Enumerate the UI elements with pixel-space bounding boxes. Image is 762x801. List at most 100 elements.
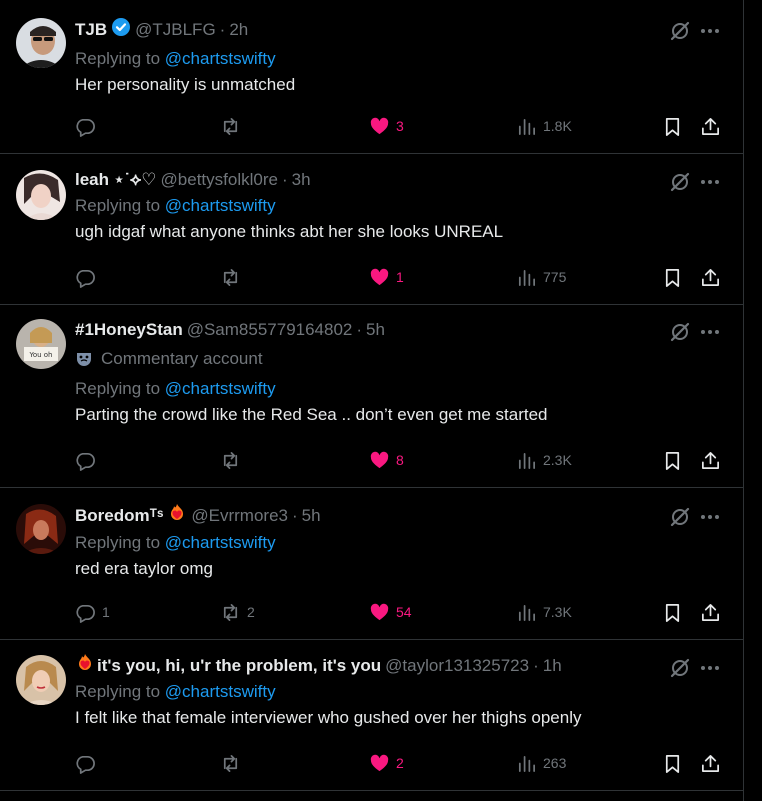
display-name[interactable]: leah ⋆˙⟡♡ (75, 168, 157, 192)
view-count: 2.3K (543, 452, 572, 468)
handle[interactable]: @Evrrmore3 (191, 504, 288, 528)
like-button[interactable]: 3 (369, 114, 404, 138)
action-bar: 3 1.8K (75, 114, 725, 138)
repost-button[interactable] (220, 265, 247, 289)
like-button[interactable]: 54 (369, 600, 412, 624)
views-button[interactable]: 2.3K (516, 448, 572, 472)
action-bar: 1 2 54 7.3K (75, 600, 725, 624)
share-button[interactable] (700, 114, 721, 138)
reply-button[interactable] (75, 751, 102, 775)
repost-button[interactable]: 2 (220, 600, 255, 624)
handle[interactable]: @taylor131325723 (385, 654, 529, 678)
reply-post[interactable]: TJB @TJBLFG · 2h Replying to @chartstswi… (0, 0, 743, 154)
views-button[interactable]: 1.8K (516, 114, 572, 138)
reply-button[interactable] (75, 448, 102, 472)
repost-button[interactable] (220, 448, 247, 472)
like-button[interactable]: 8 (369, 448, 404, 472)
mention-link[interactable]: @chartstswifty (165, 533, 276, 552)
share-button[interactable] (700, 265, 721, 289)
avatar[interactable] (16, 18, 66, 68)
post-text: Parting the crowd like the Red Sea .. do… (75, 405, 548, 424)
post-text: red era taylor omg (75, 559, 213, 578)
grok-icon[interactable] (669, 20, 691, 42)
replying-to: Replying to @chartstswifty (75, 679, 723, 705)
bookmark-button[interactable] (662, 448, 683, 472)
reply-button[interactable] (75, 114, 102, 138)
handle[interactable]: @bettysfolkl0re (161, 168, 278, 192)
more-icon[interactable] (699, 506, 721, 528)
reply-post[interactable]: it's you, hi, u'r the problem, it's you … (0, 640, 743, 791)
display-name[interactable]: #1HoneyStan (75, 318, 183, 342)
fire-heart-icon (75, 653, 95, 680)
more-icon[interactable] (699, 321, 721, 343)
timestamp[interactable]: 3h (292, 168, 311, 192)
mention-link[interactable]: @chartstswifty (165, 196, 276, 215)
reply-post[interactable]: You oh #1HoneyStan @Sam855779164802 · 5h… (0, 305, 743, 488)
like-button[interactable]: 2 (369, 751, 404, 775)
share-icon (702, 603, 719, 621)
reply-icon (76, 452, 95, 471)
separator: · (356, 320, 363, 339)
heart-icon (370, 451, 389, 468)
view-count: 1.8K (543, 118, 572, 134)
reply-count: 1 (102, 604, 110, 620)
avatar[interactable]: You oh (16, 319, 66, 369)
mention-link[interactable]: @chartstswifty (165, 379, 276, 398)
bookmark-icon (665, 117, 680, 136)
view-count: 775 (543, 269, 567, 285)
like-count: 1 (396, 269, 404, 285)
repost-icon (223, 754, 238, 772)
bookmark-button[interactable] (662, 265, 683, 289)
repost-button[interactable] (220, 751, 247, 775)
more-icon[interactable] (699, 20, 721, 42)
grok-icon[interactable] (669, 506, 691, 528)
views-button[interactable]: 263 (516, 751, 566, 775)
reply-button[interactable] (75, 265, 102, 289)
bookmark-button[interactable] (662, 600, 683, 624)
mention-link[interactable]: @chartstswifty (165, 682, 276, 701)
repost-button[interactable] (220, 114, 247, 138)
like-button[interactable]: 1 (369, 265, 404, 289)
avatar[interactable] (16, 170, 66, 220)
handle[interactable]: @Sam855779164802 (187, 318, 353, 342)
replying-to-label: Replying to (75, 379, 161, 398)
avatar[interactable] (16, 655, 66, 705)
grok-icon[interactable] (669, 171, 691, 193)
display-name[interactable]: TJB (75, 18, 107, 42)
timestamp[interactable]: 1h (543, 654, 562, 678)
timestamp[interactable]: 5h (302, 504, 321, 528)
views-button[interactable]: 7.3K (516, 600, 572, 624)
share-button[interactable] (700, 448, 721, 472)
timestamp[interactable]: 2h (229, 18, 248, 42)
reply-button[interactable]: 1 (75, 600, 110, 624)
mention-link[interactable]: @chartstswifty (165, 49, 276, 68)
share-button[interactable] (700, 600, 721, 624)
bookmark-icon (665, 754, 680, 773)
display-name[interactable]: it's you, hi, u'r the problem, it's you (97, 654, 381, 678)
bookmark-icon (665, 451, 680, 470)
bookmark-button[interactable] (662, 751, 683, 775)
replying-to-label: Replying to (75, 196, 161, 215)
grok-icon[interactable] (669, 657, 691, 679)
more-icon[interactable] (699, 657, 721, 679)
bookmark-button[interactable] (662, 114, 683, 138)
replying-to: Replying to @chartstswifty (75, 530, 723, 556)
more-icon[interactable] (699, 171, 721, 193)
share-button[interactable] (700, 751, 721, 775)
account-label[interactable]: Commentary account (75, 346, 723, 372)
avatar[interactable] (16, 504, 66, 554)
bookmark-icon (665, 268, 680, 287)
repost-icon (223, 451, 238, 469)
views-button[interactable]: 775 (516, 265, 566, 289)
heart-icon (370, 117, 389, 134)
action-bar: 1 775 (75, 265, 725, 289)
replying-to: Replying to @chartstswifty (75, 193, 723, 219)
timestamp[interactable]: 5h (366, 318, 385, 342)
share-icon (702, 451, 719, 469)
reply-post[interactable]: leah ⋆˙⟡♡ @bettysfolkl0re · 3h Replying … (0, 154, 743, 305)
display-name[interactable]: Boredomᵀˢ (75, 504, 163, 528)
reply-post[interactable]: Boredomᵀˢ @Evrrmore3 · 5h Replying to @c… (0, 488, 743, 640)
grok-icon[interactable] (669, 321, 691, 343)
post-text: ugh idgaf what anyone thinks abt her she… (75, 222, 504, 241)
handle[interactable]: @TJBLFG (135, 18, 216, 42)
